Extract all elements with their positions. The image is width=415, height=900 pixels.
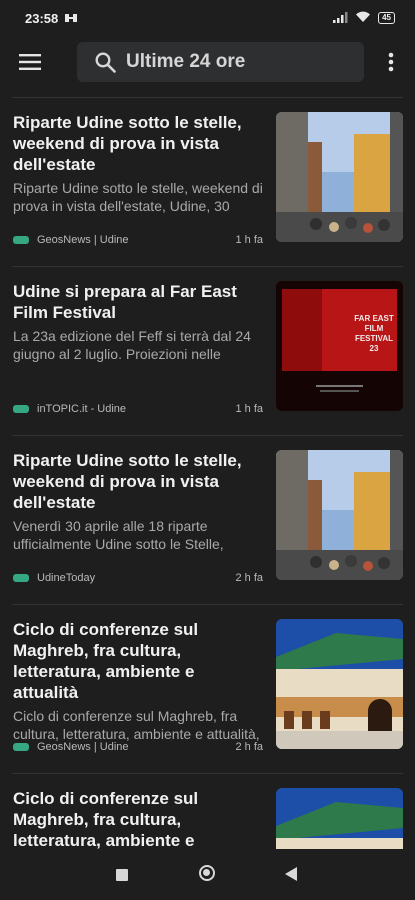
poster-text: 23 bbox=[370, 344, 379, 353]
article-source[interactable]: UdineToday bbox=[37, 572, 235, 584]
article-time: 1 h fa bbox=[235, 234, 263, 246]
article-snippet: Venerdì 30 aprile alle 18 riparte uffici… bbox=[13, 518, 224, 552]
search-bar[interactable]: Ultime 24 ore bbox=[77, 42, 364, 82]
tag-icon bbox=[13, 743, 29, 751]
article-card[interactable]: Ciclo di conferenze sul Maghreb, fra cul… bbox=[0, 774, 415, 849]
back-button[interactable] bbox=[285, 867, 297, 881]
recent-apps-button[interactable] bbox=[116, 869, 128, 881]
poster-text: FILM bbox=[365, 324, 384, 333]
clock: 23:58 bbox=[25, 10, 59, 26]
article-card[interactable]: Ciclo di conferenze sul Maghreb, fra cul… bbox=[0, 605, 415, 773]
article-time: 2 h fa bbox=[235, 741, 263, 753]
article-thumbnail[interactable] bbox=[276, 619, 403, 749]
poster-text: FAR EAST bbox=[354, 314, 394, 323]
wifi-icon bbox=[355, 11, 371, 26]
article-meta: GeosNews | Udine 1 h fa bbox=[13, 234, 263, 246]
search-query: Ultime 24 ore bbox=[126, 51, 246, 72]
article-card[interactable]: Riparte Udine sotto le stelle, weekend d… bbox=[0, 436, 415, 604]
article-title[interactable]: Ciclo di conferenze sul Maghreb, fra cul… bbox=[13, 619, 263, 703]
status-bar: 23:58 45 bbox=[0, 0, 415, 36]
news-feed[interactable]: Riparte Udine sotto le stelle, weekend d… bbox=[0, 97, 415, 849]
signal-icon bbox=[333, 11, 348, 26]
more-options-button[interactable] bbox=[380, 48, 402, 76]
article-thumbnail[interactable] bbox=[276, 112, 403, 242]
article-thumbnail[interactable]: FAR EAST FILM FESTIVAL 23 bbox=[276, 281, 403, 411]
article-title[interactable]: Riparte Udine sotto le stelle, weekend d… bbox=[13, 450, 263, 513]
article-card[interactable]: Udine si prepara al Far East Film Festiv… bbox=[0, 267, 415, 435]
more-vertical-icon bbox=[388, 52, 394, 72]
article-card[interactable]: Riparte Udine sotto le stelle, weekend d… bbox=[0, 98, 415, 266]
article-time: 2 h fa bbox=[235, 572, 263, 584]
article-title[interactable]: Udine si prepara al Far East Film Festiv… bbox=[13, 281, 263, 323]
home-button[interactable] bbox=[199, 865, 215, 881]
article-title[interactable]: Riparte Udine sotto le stelle, weekend d… bbox=[13, 112, 263, 175]
article-snippet: La 23a edizione del Feff si terrà dal 24… bbox=[13, 328, 251, 362]
article-title[interactable]: Ciclo di conferenze sul Maghreb, fra cul… bbox=[13, 788, 263, 849]
article-thumbnail[interactable] bbox=[276, 788, 403, 849]
article-thumbnail[interactable] bbox=[276, 450, 403, 580]
battery-icon: 45 bbox=[378, 12, 395, 24]
article-meta: inTOPIC.it - Udine 1 h fa bbox=[13, 403, 263, 415]
article-source[interactable]: GeosNews | Udine bbox=[37, 234, 235, 246]
tag-icon bbox=[13, 405, 29, 413]
article-source[interactable]: inTOPIC.it - Udine bbox=[37, 403, 235, 415]
article-snippet: Riparte Udine sotto le stelle, weekend d… bbox=[13, 180, 263, 214]
notification-icon bbox=[65, 11, 78, 26]
tag-icon bbox=[13, 574, 29, 582]
poster-text: FESTIVAL bbox=[355, 334, 393, 343]
search-icon bbox=[95, 51, 116, 73]
article-time: 1 h fa bbox=[235, 403, 263, 415]
top-app-bar: Ultime 24 ore bbox=[0, 38, 415, 86]
system-navigation-bar bbox=[0, 849, 415, 900]
article-meta: GeosNews | Udine 2 h fa bbox=[13, 741, 263, 753]
menu-button[interactable] bbox=[16, 48, 44, 76]
tag-icon bbox=[13, 236, 29, 244]
article-meta: UdineToday 2 h fa bbox=[13, 572, 263, 584]
article-source[interactable]: GeosNews | Udine bbox=[37, 741, 235, 753]
hamburger-icon bbox=[19, 54, 41, 70]
article-snippet: Ciclo di conferenze sul Maghreb, fra cul… bbox=[13, 708, 260, 742]
